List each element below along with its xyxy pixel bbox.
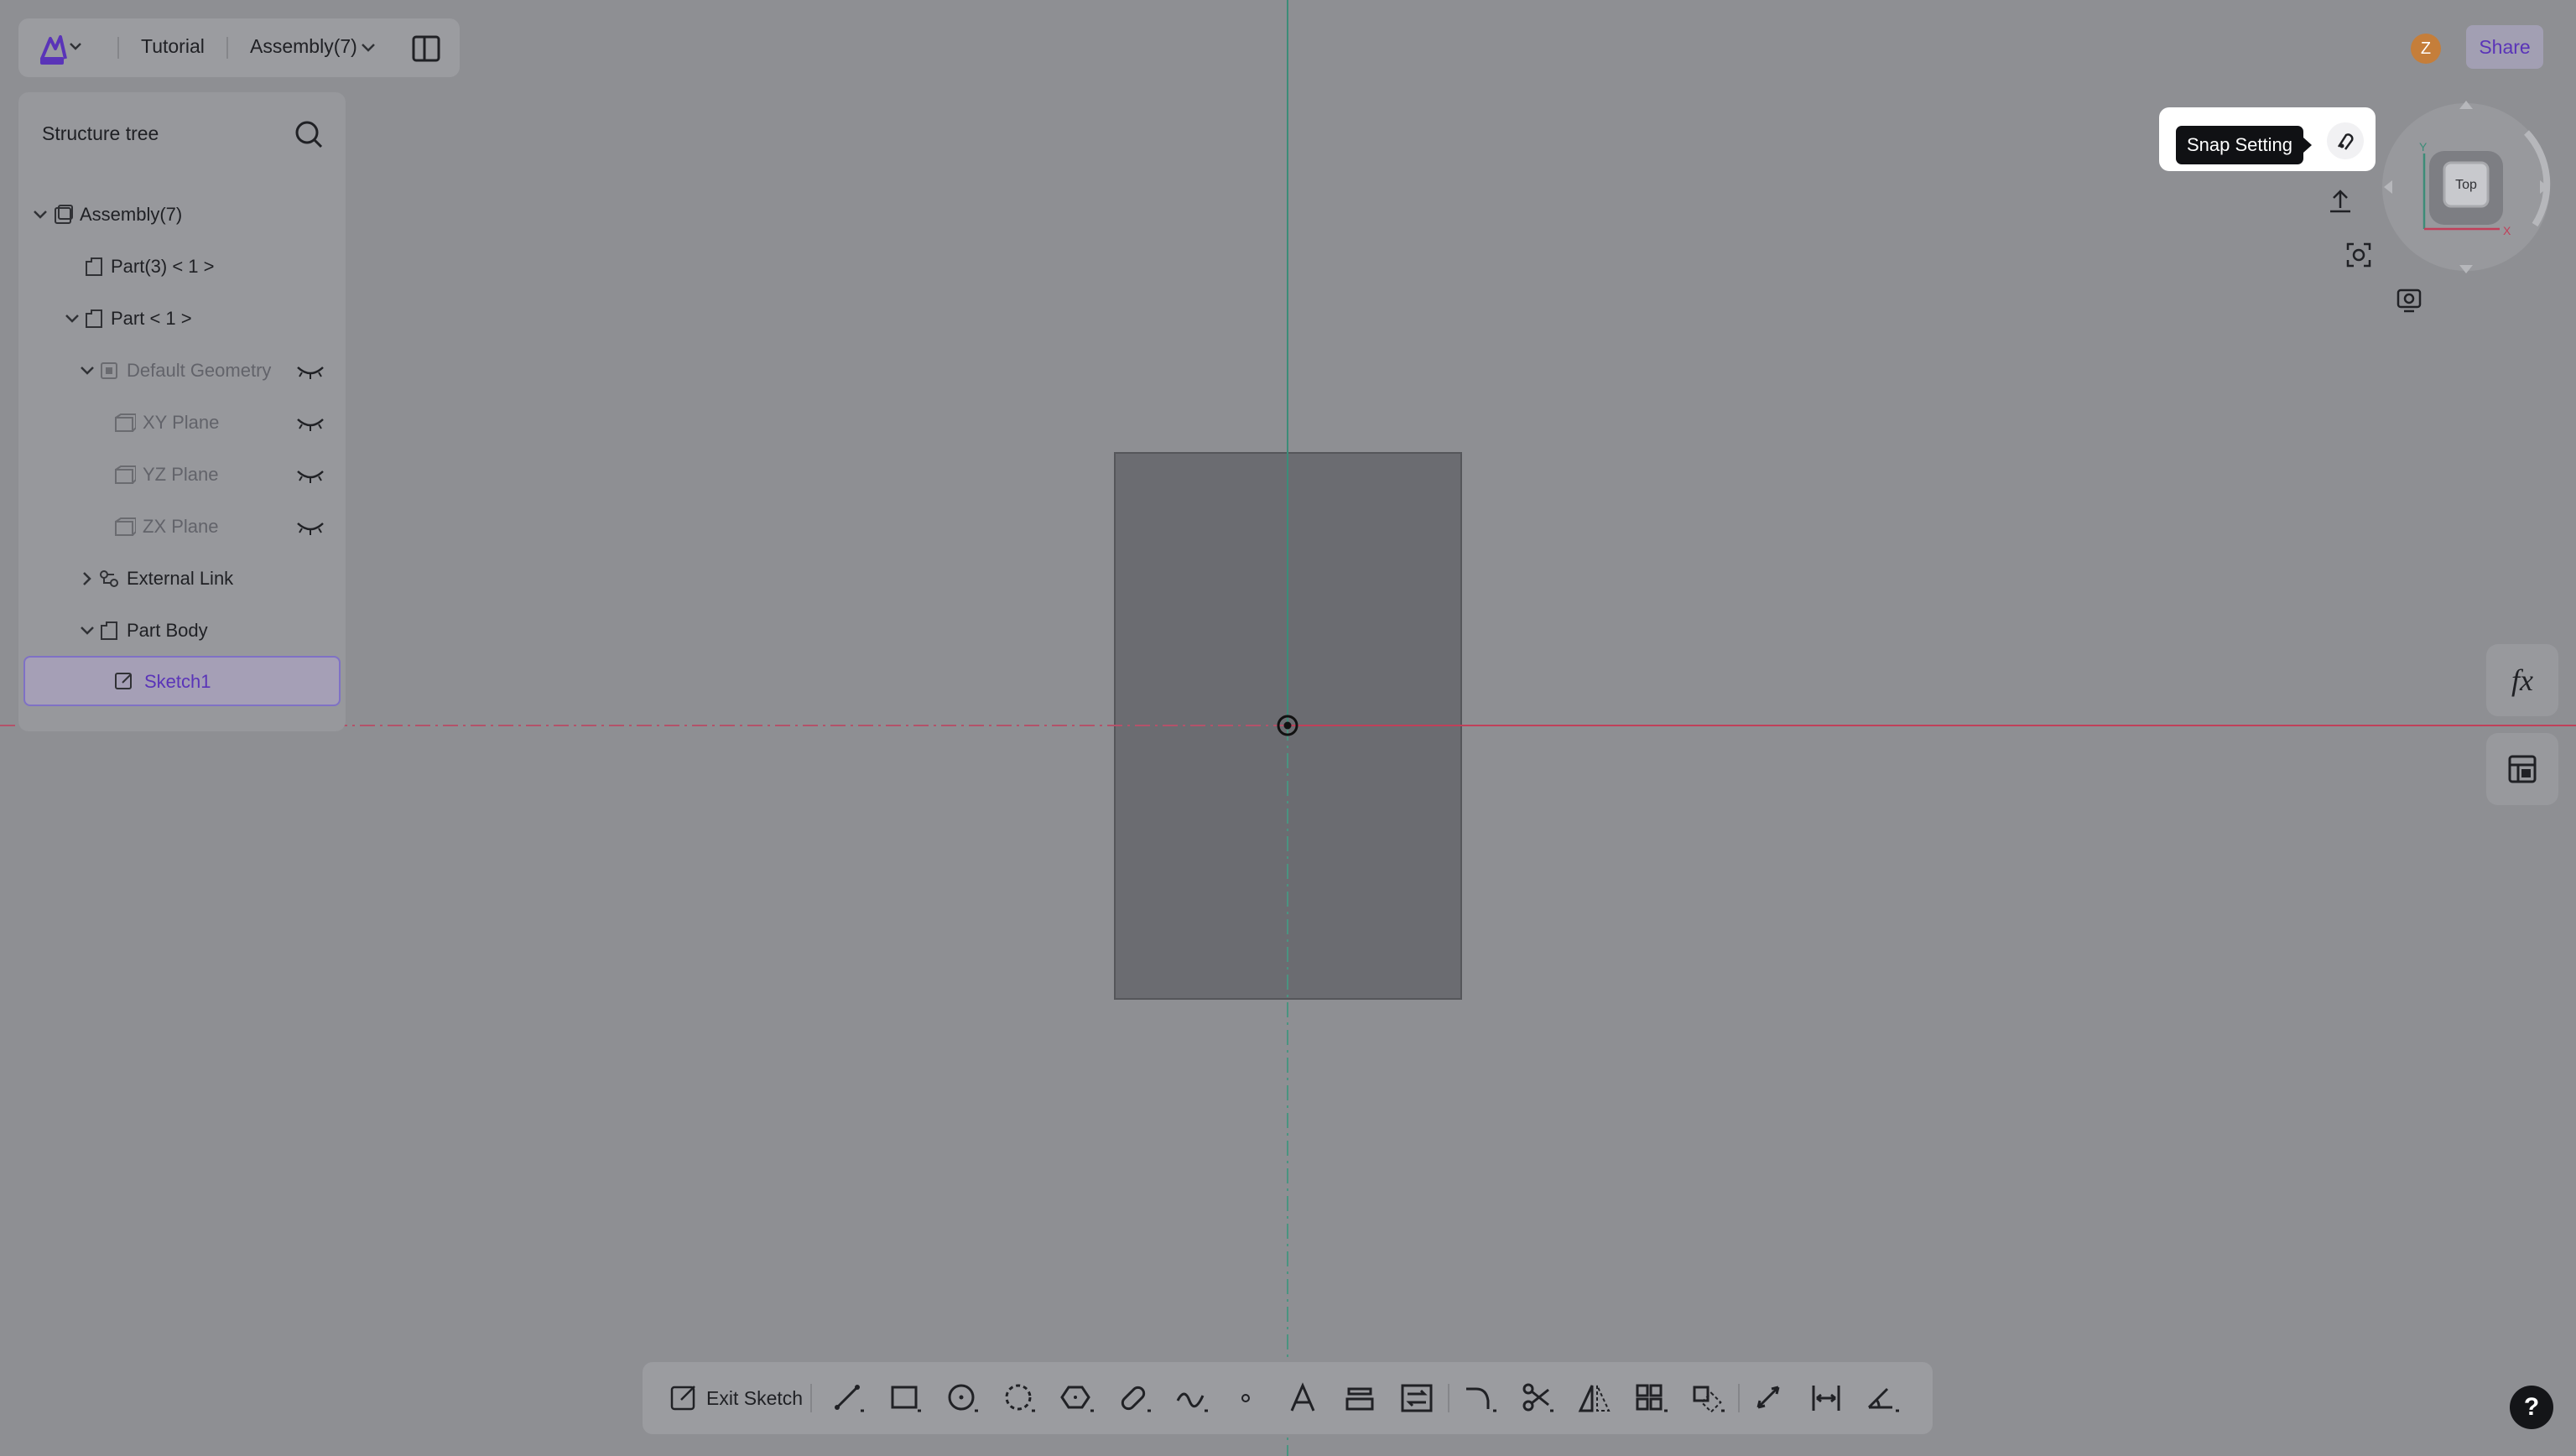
top-bar: Tutorial Assembly(7): [18, 18, 460, 77]
chevron-down-icon[interactable]: [77, 361, 97, 381]
y-axis-label: Y: [2419, 140, 2428, 153]
avatar[interactable]: Z: [2411, 34, 2441, 64]
view-face-label: Top: [2455, 178, 2477, 192]
snap-setting-tooltip: Snap Setting: [2176, 126, 2312, 164]
chevron-down-icon[interactable]: [77, 621, 97, 641]
constraint-tool-icon[interactable]: [1808, 1381, 1844, 1416]
tree-item-xy-plane[interactable]: XY Plane: [18, 401, 346, 445]
exit-sketch-button[interactable]: Exit Sketch: [668, 1381, 803, 1416]
body-icon: [101, 621, 117, 640]
exit-sketch-label: Exit Sketch: [706, 1386, 804, 1409]
line-tool-icon[interactable]: [832, 1381, 867, 1416]
part-icon: [86, 309, 102, 328]
tree-item-label: Sketch1: [144, 671, 211, 692]
polygon-tool-icon[interactable]: [1060, 1381, 1095, 1416]
assembly-selector[interactable]: Assembly(7): [250, 35, 357, 58]
share-button[interactable]: Share: [2466, 25, 2543, 69]
fillet-tool-icon[interactable]: [1463, 1381, 1498, 1416]
eye-closed-icon[interactable]: [295, 466, 325, 485]
spline-tool-icon[interactable]: [1174, 1381, 1210, 1416]
plane-icon: [115, 517, 136, 536]
chevron-down-icon[interactable]: [361, 42, 376, 54]
tree-item-sketch1[interactable]: Sketch1: [23, 656, 341, 706]
divider: [226, 37, 228, 59]
tree-item-part3[interactable]: Part(3) < 1 >: [18, 245, 346, 289]
tree-item-label: External Link: [127, 568, 234, 589]
chevron-right-icon[interactable]: [77, 569, 97, 589]
app-logo-icon[interactable]: [39, 29, 82, 67]
tree-item-label: Assembly(7): [80, 204, 183, 225]
search-icon[interactable]: [292, 117, 325, 151]
x-axis-label: X: [2503, 224, 2511, 237]
divider: [1448, 1384, 1449, 1412]
tree-item-label: Part < 1 >: [111, 308, 192, 329]
project-tool-icon[interactable]: [1342, 1381, 1377, 1416]
circle-tool-icon[interactable]: [946, 1381, 981, 1416]
trim-tool-icon[interactable]: [1520, 1381, 1555, 1416]
tree-item-default-geometry[interactable]: Default Geometry: [18, 349, 346, 393]
tree-item-label: XY Plane: [143, 412, 220, 433]
pattern-tool-icon[interactable]: [1634, 1381, 1669, 1416]
structure-tree-title: Structure tree: [42, 122, 159, 144]
formula-button[interactable]: fx: [2486, 644, 2558, 716]
assembly-icon: [55, 205, 73, 224]
project-name[interactable]: Tutorial: [141, 35, 205, 58]
normal-view-icon[interactable]: [2325, 186, 2355, 216]
exit-sketch-icon: [670, 1386, 695, 1411]
divider: [117, 37, 119, 59]
transform-tool-icon[interactable]: [1691, 1381, 1726, 1416]
geometry-icon: [101, 362, 117, 379]
eye-closed-icon[interactable]: [295, 518, 325, 537]
help-button[interactable]: ?: [2510, 1386, 2553, 1429]
convert-tool-icon[interactable]: [1399, 1381, 1434, 1416]
tree-item-assembly[interactable]: Assembly(7): [18, 193, 346, 237]
point-tool-icon[interactable]: [1228, 1381, 1263, 1416]
tree-item-zx-plane[interactable]: ZX Plane: [18, 505, 346, 549]
tree-item-label: ZX Plane: [143, 516, 219, 537]
tree-item-label: YZ Plane: [143, 464, 219, 485]
dimension-tool-icon[interactable]: [1751, 1381, 1787, 1416]
tree-item-label: Default Geometry: [127, 360, 272, 381]
arc-tool-icon[interactable]: [1003, 1381, 1038, 1416]
structure-tree-panel: Structure tree Assembly(7) Part(3) < 1 >…: [18, 92, 346, 731]
part-icon: [86, 257, 102, 276]
chevron-down-icon[interactable]: [62, 309, 82, 329]
zoom-fit-icon[interactable]: [2344, 240, 2374, 270]
display-mode-icon[interactable]: [2394, 285, 2424, 315]
plane-icon: [115, 413, 136, 432]
mirror-tool-icon[interactable]: [1577, 1381, 1612, 1416]
eye-closed-icon[interactable]: [295, 362, 325, 381]
divider: [1738, 1384, 1740, 1412]
properties-button[interactable]: [2486, 733, 2558, 805]
view-cube[interactable]: Y X Top: [2374, 91, 2558, 283]
tree-item-part[interactable]: Part < 1 >: [18, 297, 346, 341]
fx-label: fx: [2511, 663, 2533, 697]
tree-item-label: Part(3) < 1 >: [111, 256, 215, 277]
text-tool-icon[interactable]: [1285, 1381, 1320, 1416]
tree-item-yz-plane[interactable]: YZ Plane: [18, 453, 346, 497]
tree-item-external-link[interactable]: External Link: [18, 557, 346, 601]
eye-closed-icon[interactable]: [295, 414, 325, 433]
tree-item-label: Part Body: [127, 620, 208, 641]
plane-icon: [115, 465, 136, 484]
snap-setting-icon[interactable]: [2327, 122, 2364, 159]
sketch-toolbar: Exit Sketch: [643, 1362, 1933, 1434]
sketch-icon: [115, 673, 132, 689]
slot-tool-icon[interactable]: [1117, 1381, 1153, 1416]
table-icon: [2508, 755, 2537, 783]
link-icon: [100, 570, 118, 587]
chevron-down-icon[interactable]: [30, 205, 50, 225]
sketch-canvas[interactable]: [0, 0, 2576, 1456]
panel-toggle-icon[interactable]: [411, 34, 441, 64]
tree-item-part-body[interactable]: Part Body: [18, 609, 346, 653]
rectangle-tool-icon[interactable]: [889, 1381, 924, 1416]
divider: [810, 1384, 812, 1412]
angle-tool-icon[interactable]: [1866, 1381, 1901, 1416]
